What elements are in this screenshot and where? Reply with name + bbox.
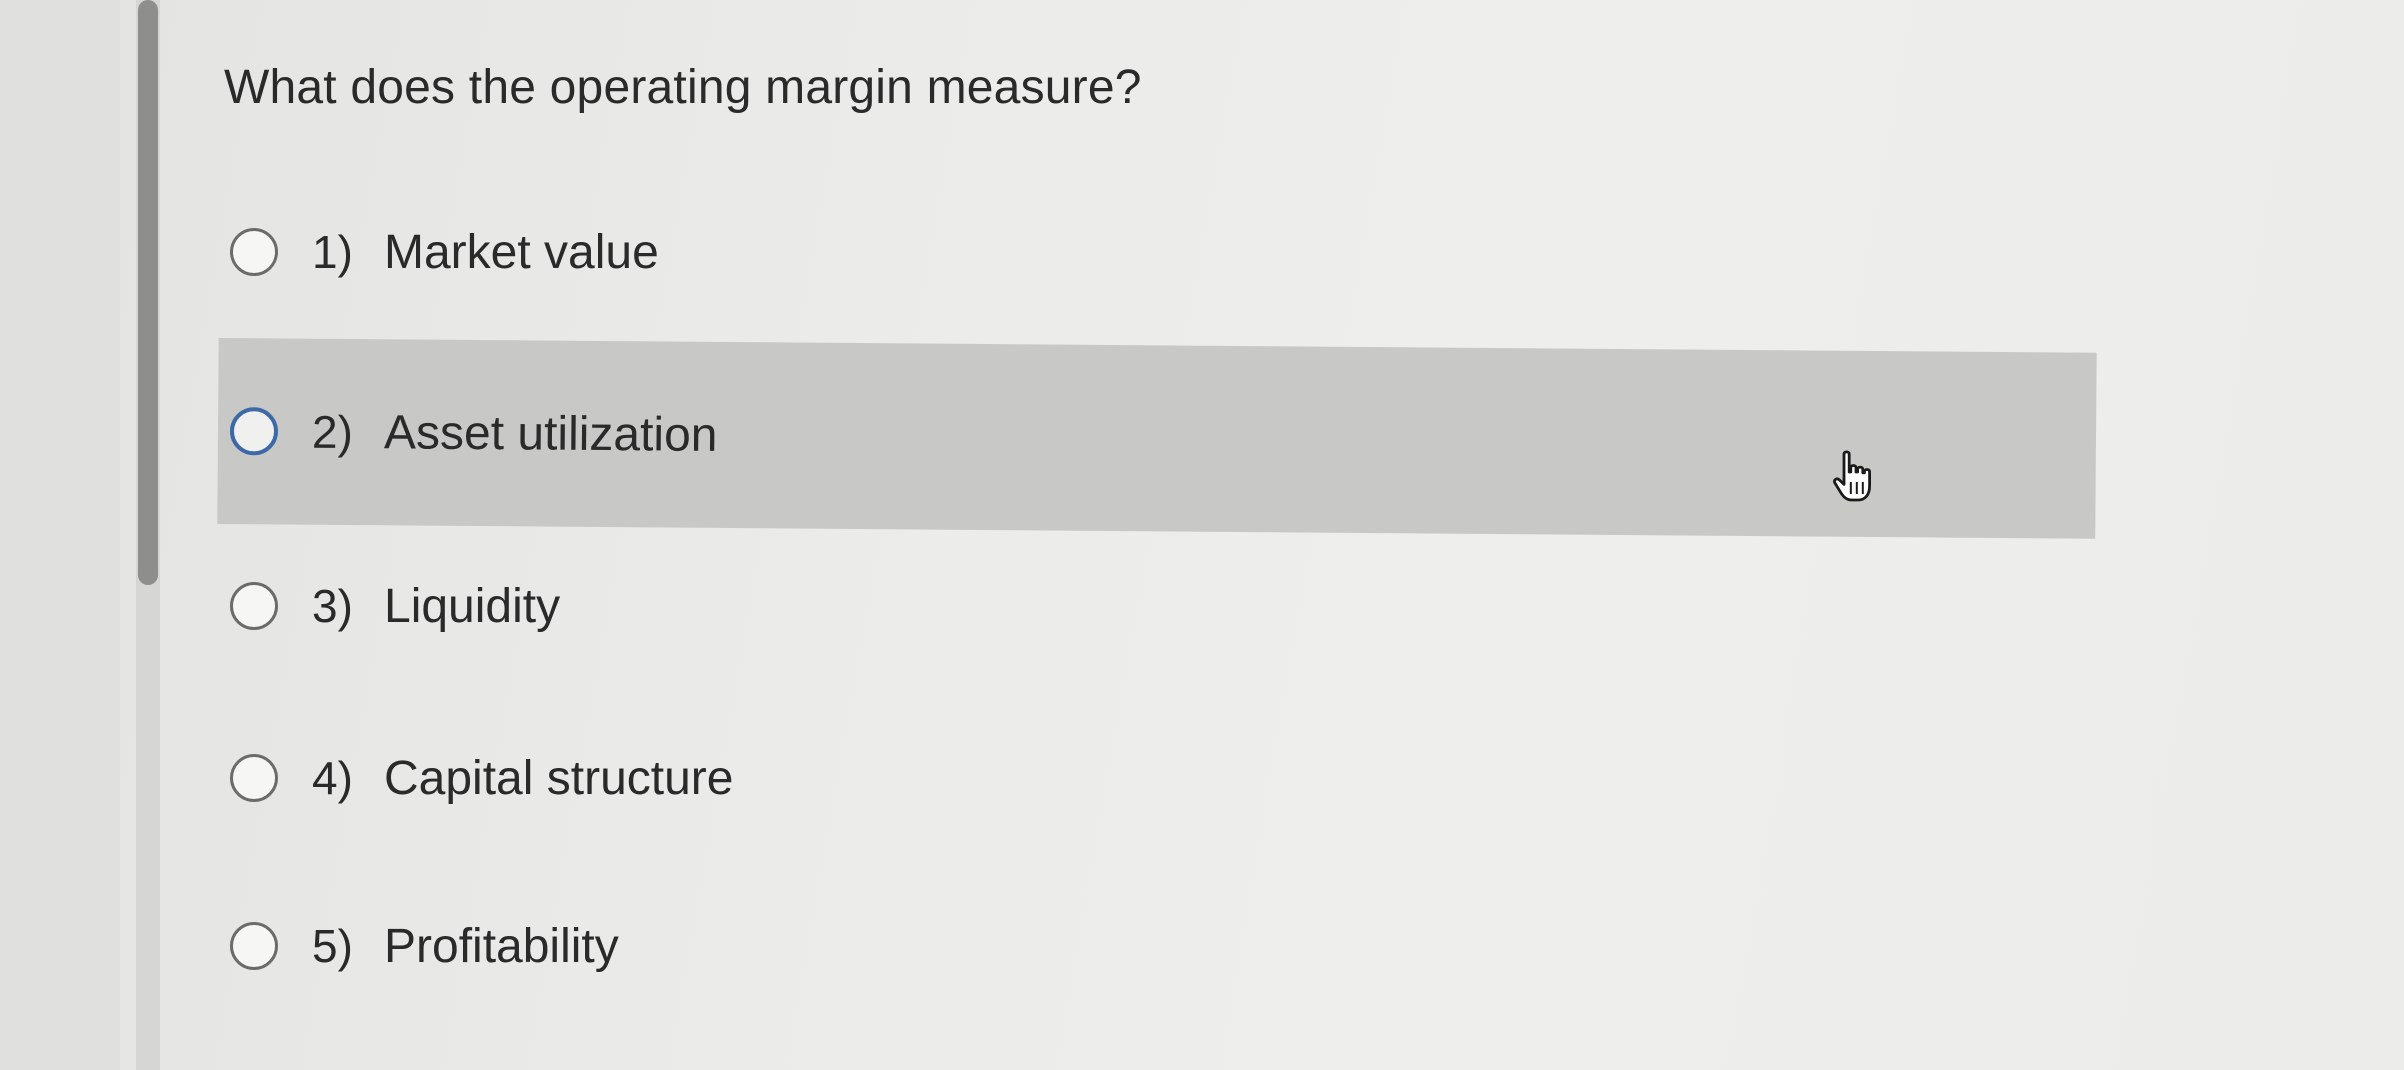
answer-option-4[interactable]: 4) Capital structure	[218, 688, 2096, 868]
radio-button-4[interactable]	[230, 754, 278, 802]
option-number: 4)	[312, 752, 353, 804]
option-number: 1)	[312, 226, 353, 278]
answer-option-3[interactable]: 3) Liquidity	[218, 516, 2096, 696]
option-label: Market value	[384, 225, 659, 279]
option-label: Capital structure	[384, 751, 734, 805]
option-label: Liquidity	[384, 579, 561, 633]
option-label: Asset utilization	[383, 405, 718, 462]
hand-pointer-icon	[1833, 450, 1871, 502]
option-label: Profitability	[384, 919, 619, 973]
answer-option-2[interactable]: 2) Asset utilization	[217, 338, 2097, 539]
answer-options: 1) Market value 2) Asset utilization 3) …	[0, 0, 2404, 1070]
option-number: 5)	[312, 920, 353, 972]
option-number: 3)	[312, 580, 353, 632]
radio-button-5[interactable]	[230, 922, 278, 970]
radio-button-1[interactable]	[230, 228, 278, 276]
radio-button-3[interactable]	[230, 582, 278, 630]
radio-button-2[interactable]	[229, 407, 279, 456]
quiz-screen: What does the operating margin measure? …	[0, 0, 2404, 1070]
answer-option-5[interactable]: 5) Profitability	[218, 856, 2096, 1036]
answer-option-1[interactable]: 1) Market value	[218, 162, 2096, 342]
option-number: 2)	[311, 405, 354, 459]
